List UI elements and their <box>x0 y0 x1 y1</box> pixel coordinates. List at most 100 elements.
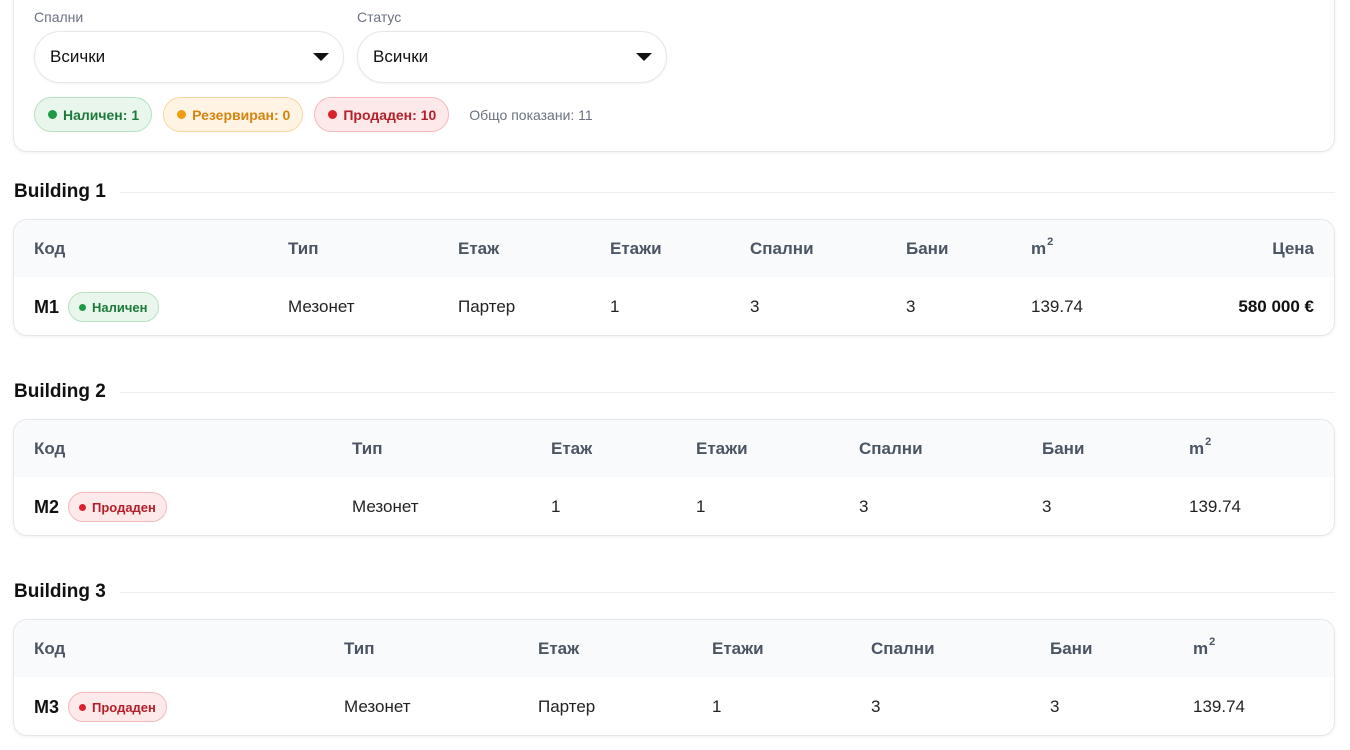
unit-code: M2 <box>34 496 60 517</box>
area-unit-sup: 2 <box>1205 435 1212 448</box>
status-filter-label: Статус <box>357 9 402 25</box>
table-row[interactable]: M1 Наличен Мезонет Партер 1 3 3 139.74 5… <box>14 277 1334 335</box>
col-type[interactable]: Тип <box>288 220 318 277</box>
unit-code-cell: M1 Наличен <box>34 277 159 335</box>
table-header: Код Тип Етаж Етажи Спални Бани m2 <box>14 420 1334 477</box>
col-type[interactable]: Тип <box>344 620 374 677</box>
status-badge-label: Наличен <box>92 299 148 315</box>
filter-panel: Спални Всички Статус Всички Наличен: 1 Р… <box>13 0 1335 152</box>
status-filter: Статус Всички <box>357 9 667 83</box>
status-badge-label: Продаден <box>92 699 156 715</box>
area-unit: m <box>1189 438 1205 458</box>
available-count-badge[interactable]: Наличен: 1 <box>34 97 153 132</box>
building-title: Building 3 <box>13 581 120 603</box>
area-unit-sup: 2 <box>1047 235 1054 248</box>
status-dot-icon <box>48 110 57 119</box>
area-unit: m <box>1031 238 1047 258</box>
col-floor[interactable]: Етаж <box>458 220 499 277</box>
building-section-1: Building 1 Код Тип Етаж Етажи Спални Бан… <box>13 178 1335 336</box>
col-code[interactable]: Код <box>34 220 65 277</box>
col-floors[interactable]: Етажи <box>712 620 764 677</box>
building-section-3: Building 3 Код Тип Етаж Етажи Спални Бан… <box>13 578 1335 736</box>
units-table: Код Тип Етаж Етажи Спални Бани m2 M2 Про… <box>13 419 1335 536</box>
unit-type: Мезонет <box>352 497 419 516</box>
unit-code-cell: M3 Продаден <box>34 677 167 735</box>
col-bedrooms[interactable]: Спални <box>750 220 814 277</box>
unit-floors: 1 <box>610 297 620 316</box>
table-header: Код Тип Етаж Етажи Спални Бани m2 <box>14 620 1334 677</box>
unit-baths: 3 <box>1050 697 1060 716</box>
section-divider <box>115 392 1335 393</box>
chevron-down-icon <box>636 53 652 61</box>
status-badge: Наличен <box>68 292 159 322</box>
total-shown: Общо показани: 11 <box>469 106 593 123</box>
unit-floor: Партер <box>458 297 516 316</box>
unit-floor: 1 <box>551 497 561 516</box>
unit-area: 139.74 <box>1031 297 1083 316</box>
reserved-count-badge[interactable]: Резервиран: 0 <box>163 97 304 132</box>
unit-bedrooms: 3 <box>859 497 869 516</box>
unit-floors: 1 <box>712 697 722 716</box>
col-price[interactable]: Цена <box>1272 220 1314 277</box>
available-count-label: Наличен: 1 <box>63 106 140 123</box>
col-code[interactable]: Код <box>34 420 65 477</box>
unit-type: Мезонет <box>344 697 411 716</box>
unit-floor: Партер <box>538 697 596 716</box>
status-dot-icon <box>177 110 187 119</box>
table-header: Код Тип Етаж Етажи Спални Бани m2 Цена <box>14 220 1334 277</box>
status-summary: Наличен: 1 Резервиран: 0 Продаден: 10 Об… <box>34 97 593 132</box>
table-row[interactable]: M2 Продаден Мезонет 1 1 3 3 139.74 <box>14 477 1334 535</box>
units-table: Код Тип Етаж Етажи Спални Бани m2 Цена M… <box>13 219 1335 336</box>
col-type[interactable]: Тип <box>352 420 382 477</box>
col-baths[interactable]: Бани <box>906 220 948 277</box>
table-row[interactable]: M3 Продаден Мезонет Партер 1 3 3 139.74 <box>14 677 1334 735</box>
col-baths[interactable]: Бани <box>1042 420 1084 477</box>
status-badge: Продаден <box>68 692 167 722</box>
col-floor[interactable]: Етаж <box>551 420 592 477</box>
status-dot-icon <box>79 703 87 711</box>
col-area[interactable]: m2 <box>1189 420 1211 477</box>
unit-baths: 3 <box>906 297 916 316</box>
status-badge: Продаден <box>68 492 167 522</box>
building-title: Building 2 <box>13 381 120 403</box>
unit-floors: 1 <box>696 497 706 516</box>
bedrooms-select-value: Всички <box>50 47 106 66</box>
col-area[interactable]: m2 <box>1031 220 1053 277</box>
status-badge-label: Продаден <box>92 499 156 515</box>
unit-area: 139.74 <box>1193 697 1245 716</box>
unit-code: M1 <box>34 296 60 317</box>
chevron-down-icon <box>313 53 329 61</box>
building-title: Building 1 <box>13 181 120 203</box>
reserved-count-label: Резервиран: 0 <box>192 106 291 123</box>
unit-price: 580 000 € <box>1238 297 1314 316</box>
section-divider <box>113 192 1335 193</box>
bedrooms-filter-label: Спални <box>34 9 84 25</box>
col-floor[interactable]: Етаж <box>538 620 579 677</box>
col-bedrooms[interactable]: Спални <box>871 620 935 677</box>
unit-bedrooms: 3 <box>750 297 760 316</box>
status-select[interactable]: Всички <box>357 31 667 83</box>
unit-type: Мезонет <box>288 297 355 316</box>
status-dot-icon <box>79 303 87 311</box>
status-dot-icon <box>328 110 338 119</box>
col-baths[interactable]: Бани <box>1050 620 1092 677</box>
units-table: Код Тип Етаж Етажи Спални Бани m2 M3 Про… <box>13 619 1335 736</box>
unit-code: M3 <box>34 696 60 717</box>
col-floors[interactable]: Етажи <box>610 220 662 277</box>
sold-count-label: Продаден: 10 <box>343 106 437 123</box>
sold-count-badge[interactable]: Продаден: 10 <box>314 97 450 132</box>
area-unit: m <box>1193 638 1209 658</box>
area-unit-sup: 2 <box>1209 635 1216 648</box>
unit-code-cell: M2 Продаден <box>34 477 167 535</box>
section-divider <box>115 592 1335 593</box>
building-section-2: Building 2 Код Тип Етаж Етажи Спални Бан… <box>13 378 1335 536</box>
col-code[interactable]: Код <box>34 620 65 677</box>
status-dot-icon <box>79 503 87 511</box>
unit-area: 139.74 <box>1189 497 1241 516</box>
col-bedrooms[interactable]: Спални <box>859 420 923 477</box>
unit-baths: 3 <box>1042 497 1052 516</box>
unit-bedrooms: 3 <box>871 697 881 716</box>
col-floors[interactable]: Етажи <box>696 420 748 477</box>
col-area[interactable]: m2 <box>1193 620 1215 677</box>
bedrooms-select[interactable]: Всички <box>34 31 344 83</box>
